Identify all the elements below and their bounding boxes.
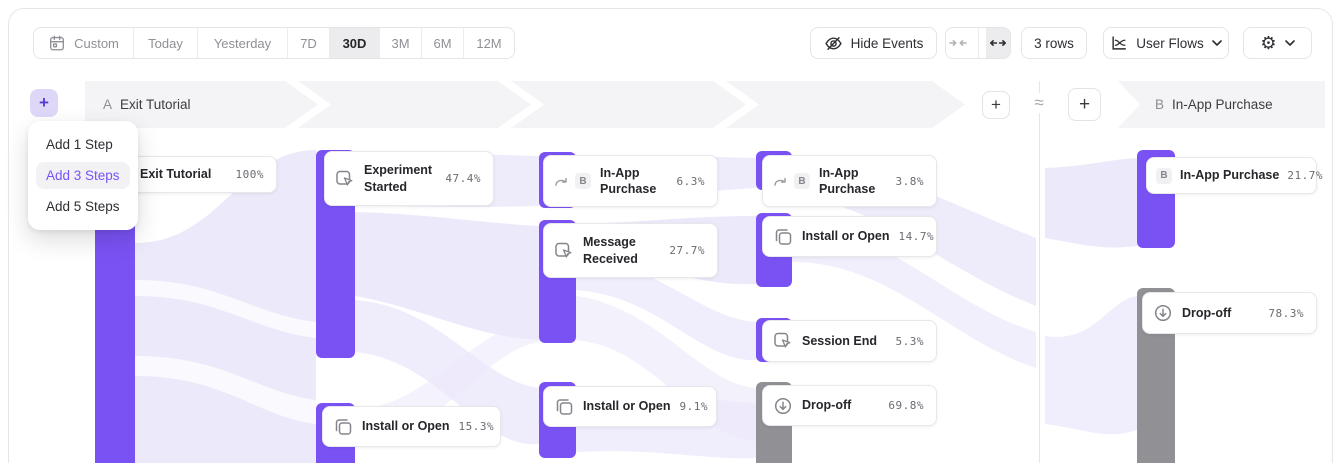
- date-range-today[interactable]: Today: [134, 28, 198, 58]
- settings-button[interactable]: ⚙: [1243, 27, 1312, 59]
- drop-off-icon: [773, 396, 793, 416]
- node-title: In-App Purchase: [819, 165, 887, 198]
- menu-item-add-3-steps[interactable]: Add 3 Steps: [36, 162, 130, 189]
- flow-node-session-end[interactable]: Session End 5.3%: [762, 320, 937, 362]
- rows-label: 3 rows: [1034, 36, 1074, 51]
- node-value: 27.7%: [669, 244, 705, 257]
- rows-button[interactable]: 3 rows: [1021, 27, 1087, 59]
- hide-events-label: Hide Events: [851, 36, 924, 51]
- plus-icon: +: [991, 95, 1001, 115]
- add-steps-menu: Add 1 Step Add 3 Steps Add 5 Steps: [28, 121, 138, 230]
- date-range-label: Today: [148, 36, 183, 51]
- flow-node-drop-off-a[interactable]: Drop-off 69.8%: [762, 385, 937, 426]
- flow-node-install-or-open-2[interactable]: Install or Open 15.3%: [322, 406, 501, 447]
- flow-node-message-received[interactable]: Message Received 27.7%: [543, 223, 718, 278]
- node-title: Install or Open: [362, 418, 450, 434]
- flow-node-in-app-purchase-4[interactable]: B In-App Purchase 3.8%: [762, 155, 937, 207]
- date-range-yesterday[interactable]: Yesterday: [198, 28, 288, 58]
- gear-icon: ⚙: [1260, 34, 1276, 52]
- date-range-3m[interactable]: 3M: [380, 28, 422, 58]
- menu-item-add-5-steps[interactable]: Add 5 Steps: [36, 193, 130, 220]
- prepend-step-b-button[interactable]: +: [1068, 88, 1101, 121]
- node-value: 6.3%: [677, 175, 706, 188]
- date-range-label: Yesterday: [214, 36, 271, 51]
- flow-node-drop-off-b[interactable]: Drop-off 78.3%: [1142, 292, 1317, 334]
- node-value: 14.7%: [899, 230, 935, 243]
- flow-node-install-or-open-4[interactable]: Install or Open 14.7%: [762, 216, 937, 257]
- step-b-badge: B: [1156, 168, 1172, 184]
- date-range-label: Custom: [74, 36, 119, 51]
- flow-node-install-or-open-3[interactable]: Install or Open 9.1%: [543, 386, 717, 427]
- node-value: 100%: [236, 168, 265, 181]
- node-title: In-App Purchase: [600, 165, 668, 198]
- date-range-label: 12M: [476, 36, 501, 51]
- collapse-columns-button[interactable]: [946, 28, 970, 58]
- cursor-click-icon: [554, 241, 574, 261]
- date-range-custom[interactable]: Custom: [34, 28, 134, 58]
- install-or-open-icon: [773, 227, 793, 247]
- approx-separator: ≈: [1026, 93, 1052, 113]
- collapse-arrows-icon: [949, 37, 967, 49]
- view-selector-button[interactable]: User Flows: [1103, 27, 1229, 59]
- step-b-badge: B: [794, 173, 810, 189]
- install-or-open-icon: [554, 397, 574, 417]
- date-range-label: 7D: [300, 36, 317, 51]
- user-flows-screen: Custom Today Yesterday 7D 30D 3M 6M 12M …: [0, 0, 1341, 463]
- node-title: In-App Purchase: [1180, 167, 1279, 183]
- expand-columns-button[interactable]: [986, 28, 1010, 58]
- plus-icon: +: [39, 93, 49, 113]
- repeat-arrow-icon: [773, 175, 788, 188]
- node-value: 3.8%: [896, 175, 925, 188]
- user-flows-icon: [1110, 34, 1128, 52]
- calendar-icon: [48, 34, 66, 52]
- node-value: 21.7%: [1287, 169, 1323, 182]
- node-title: Install or Open: [583, 398, 671, 414]
- date-range-label: 3M: [391, 36, 409, 51]
- flow-node-in-app-purchase-3[interactable]: B In-App Purchase 6.3%: [543, 155, 718, 207]
- node-value: 9.1%: [680, 400, 709, 413]
- add-step-button[interactable]: +: [30, 89, 58, 117]
- node-value: 5.3%: [896, 335, 925, 348]
- flow-node-in-app-purchase-b[interactable]: B In-App Purchase 21.7%: [1146, 157, 1317, 194]
- cursor-click-icon: [773, 331, 793, 351]
- date-range-label: 6M: [433, 36, 451, 51]
- node-title: Install or Open: [802, 228, 890, 244]
- date-range-label: 30D: [343, 36, 367, 51]
- node-value: 47.4%: [445, 172, 481, 185]
- collapse-expand-control: [945, 27, 1011, 59]
- expand-arrows-icon: [989, 37, 1007, 49]
- install-or-open-icon: [333, 417, 353, 437]
- drop-off-icon: [1153, 303, 1173, 323]
- segment-divider: [978, 28, 979, 58]
- date-range-7d[interactable]: 7D: [288, 28, 330, 58]
- date-range-control: Custom Today Yesterday 7D 30D 3M 6M 12M: [33, 27, 515, 59]
- repeat-arrow-icon: [554, 175, 569, 188]
- append-step-a-button[interactable]: +: [982, 91, 1010, 119]
- date-range-12m[interactable]: 12M: [464, 28, 514, 58]
- node-title: Exit Tutorial: [140, 166, 211, 182]
- flow-node-experiment-started[interactable]: Experiment Started 47.4%: [324, 151, 494, 206]
- hide-events-button[interactable]: Hide Events: [810, 27, 937, 59]
- node-value: 15.3%: [459, 420, 495, 433]
- eye-off-icon: [824, 34, 843, 53]
- node-title: Message Received: [583, 234, 660, 267]
- plus-icon: +: [1079, 94, 1090, 116]
- date-range-6m[interactable]: 6M: [422, 28, 464, 58]
- view-selector-label: User Flows: [1136, 36, 1204, 51]
- node-title: Experiment Started: [364, 162, 436, 195]
- chevron-down-icon: [1285, 40, 1295, 46]
- node-title: Drop-off: [1182, 305, 1231, 321]
- chevron-down-icon: [1212, 40, 1222, 46]
- node-value: 78.3%: [1268, 307, 1304, 320]
- node-value: 69.8%: [888, 399, 924, 412]
- cursor-click-icon: [335, 169, 355, 189]
- menu-item-add-1-step[interactable]: Add 1 Step: [36, 131, 130, 158]
- step-b-badge: B: [575, 173, 591, 189]
- date-range-30d[interactable]: 30D: [330, 28, 380, 58]
- node-title: Drop-off: [802, 397, 851, 413]
- node-title: Session End: [802, 333, 877, 349]
